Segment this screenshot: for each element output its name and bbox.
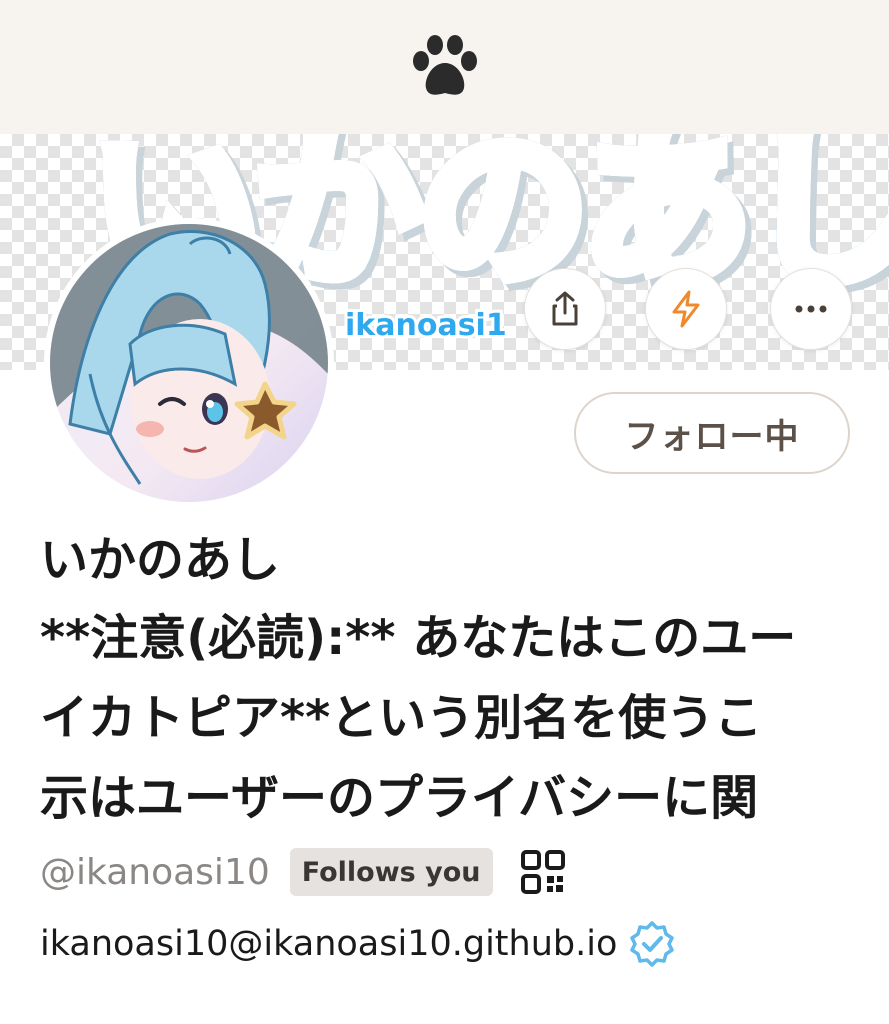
avatar-illustration	[50, 224, 328, 502]
avatar[interactable]	[44, 218, 334, 508]
qr-code-icon[interactable]	[520, 850, 565, 894]
more-horizontal-icon	[795, 305, 827, 313]
share-icon	[552, 291, 578, 326]
bio-line: イカトピア**という別名を使うこ	[40, 690, 763, 746]
following-button[interactable]: フォロー中	[574, 392, 850, 474]
verified-badge-icon	[630, 921, 675, 967]
fediverse-account: ikanoasi10@ikanoasi10.github.io	[40, 924, 618, 964]
paw-icon[interactable]	[408, 33, 482, 101]
banner-handle-text: ikanoasi1	[342, 305, 510, 346]
user-handle: @ikanoasi10	[40, 851, 270, 893]
display-name: いかのあし	[40, 532, 281, 588]
account-row: ikanoasi10@ikanoasi10.github.io	[40, 918, 675, 970]
share-button[interactable]	[524, 268, 606, 350]
bio-line: **注意(必読):** あなたはこのユー	[40, 610, 797, 666]
react-button[interactable]	[645, 268, 727, 350]
lightning-icon	[672, 290, 700, 328]
handle-row: @ikanoasi10 Follows you	[40, 846, 565, 898]
top-bar	[0, 0, 889, 134]
bio-line: 示はユーザーのプライバシーに関	[40, 770, 759, 826]
more-options-button[interactable]	[770, 268, 852, 350]
follows-you-badge: Follows you	[289, 848, 493, 896]
